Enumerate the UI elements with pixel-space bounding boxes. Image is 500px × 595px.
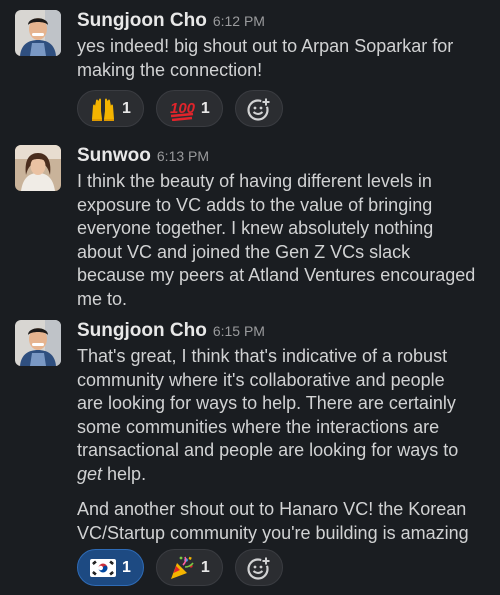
timestamp[interactable]: 6:15 PM [213,323,265,339]
reaction-count: 1 [122,99,131,117]
raised-hands-icon [90,97,116,121]
add-reaction-icon [246,96,272,122]
message-text-part: That's great, I think that's indicative … [77,346,459,460]
party-popper-icon [169,555,195,581]
reaction-party-popper[interactable]: 1 [155,549,223,586]
reaction-raised-hands[interactable]: 1 [77,90,144,127]
reaction-hundred-points[interactable]: 100 1 [155,90,223,127]
username[interactable]: Sungjoon Cho [77,320,207,341]
avatar[interactable] [15,10,61,56]
message-text: And another shout out to Hanaro VC! the … [77,499,469,543]
message-text: That's great, I think that's indicative … [77,345,490,486]
message-text-emphasis: get [77,463,103,484]
timestamp[interactable]: 6:13 PM [157,148,209,164]
hundred-points-icon: 100 [169,97,195,121]
reaction-bar: 1 100 1 [77,90,283,127]
username[interactable]: Sungjoon Cho [77,10,207,31]
south-korea-flag-icon [90,558,116,578]
reaction-count: 1 [200,99,210,117]
message-text: I think the beauty of having different l… [77,171,476,309]
reaction-bar: 1 1 [77,549,283,586]
reaction-count: 1 [200,558,210,576]
add-reaction-icon [246,555,272,581]
reaction-south-korea-flag[interactable]: 1 [77,549,144,586]
add-reaction-button[interactable] [234,90,283,127]
reaction-count: 1 [122,558,131,576]
message-text: yes indeed! big shout out to Arpan Sopar… [77,36,454,80]
username[interactable]: Sunwoo [77,145,151,166]
timestamp[interactable]: 6:12 PM [213,13,265,29]
avatar[interactable] [15,320,61,366]
avatar[interactable] [15,145,61,191]
message-text-part: help. [102,463,147,484]
add-reaction-button[interactable] [234,549,283,586]
